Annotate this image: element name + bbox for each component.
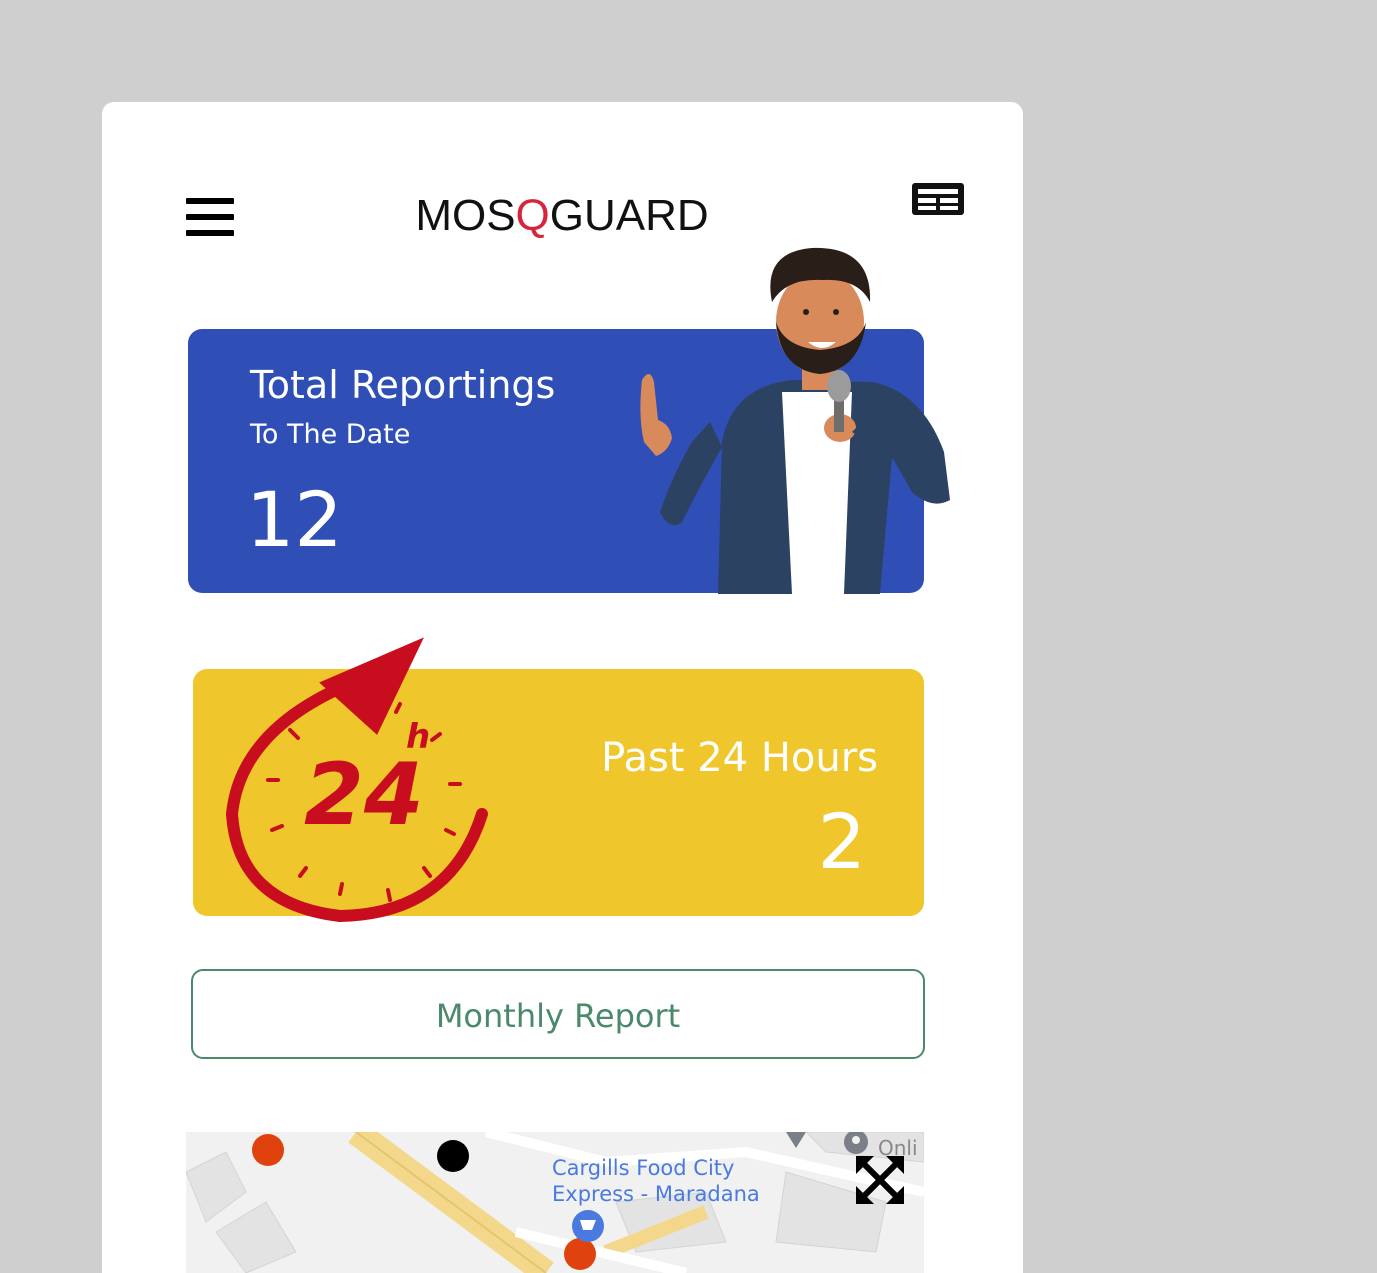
map-place-line2: Express - Maradana [552, 1182, 760, 1206]
monthly-report-button[interactable]: Monthly Report [191, 969, 925, 1059]
clock-24h-icon: 24 h [225, 637, 488, 923]
total-reportings-subtitle: To The Date [250, 419, 411, 450]
report-marker [252, 1134, 284, 1166]
past-24-hours-count: 2 [817, 797, 866, 886]
clock-24-text: 24 [304, 745, 424, 845]
report-marker [564, 1238, 596, 1270]
app-screen: MOSQGUARD Total Reportings To The Date 1… [102, 102, 1023, 1273]
newspaper-icon[interactable] [910, 180, 966, 218]
past-24-hours-label: Past 24 Hours [601, 735, 878, 781]
clock-h-text: h [406, 717, 430, 757]
hamburger-menu-icon[interactable] [186, 198, 234, 240]
total-reportings-count: 12 [246, 475, 343, 564]
report-marker-dark [437, 1140, 469, 1172]
presenter-illustration [640, 247, 950, 594]
map-place-line1: Cargills Food City [552, 1156, 735, 1180]
reports-map[interactable]: Cargills Food City Express - Maradana On… [186, 1132, 924, 1273]
total-reportings-title: Total Reportings [250, 363, 556, 407]
fullscreen-expand-icon[interactable] [854, 1154, 906, 1206]
app-logo: MOSQGUARD [415, 191, 709, 240]
